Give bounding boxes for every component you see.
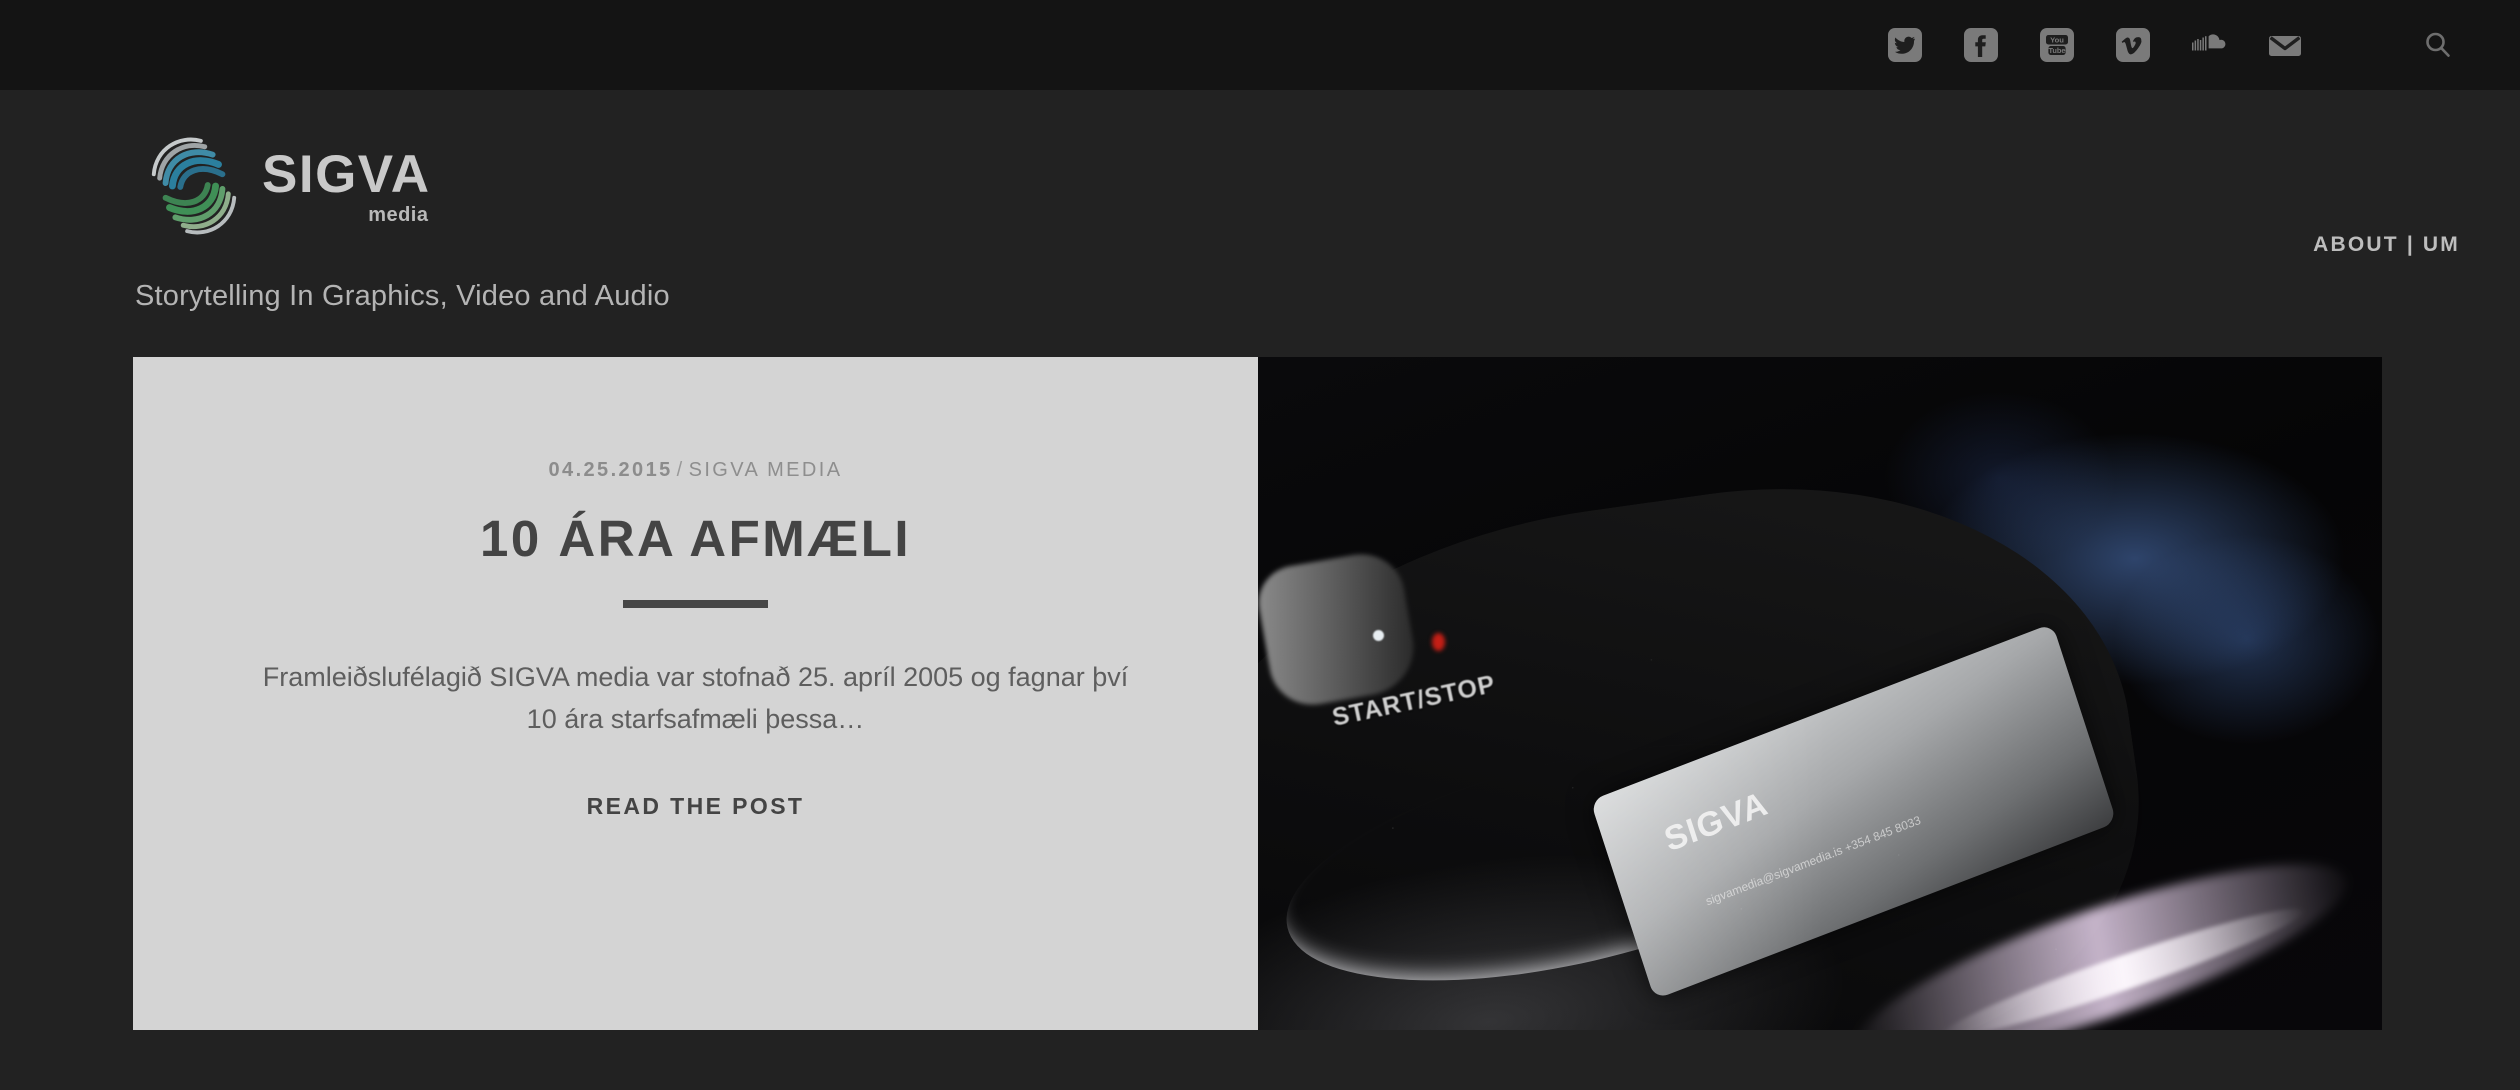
featured-post-text-panel: 04.25.2015/SIGVA MEDIA 10 ÁRA AFMÆLI Fra… bbox=[133, 357, 1258, 1030]
youtube-icon: You Tube bbox=[2039, 28, 2074, 62]
logo-name: SIGVA bbox=[262, 144, 431, 204]
post-date: 04.25.2015 bbox=[548, 459, 673, 481]
read-the-post-link[interactable]: READ THE POST bbox=[587, 793, 805, 820]
social-link-soundcloud[interactable] bbox=[2186, 23, 2231, 68]
post-excerpt: Framleiðslufélagið SIGVA media var stofn… bbox=[262, 662, 1129, 734]
social-link-twitter[interactable] bbox=[1882, 23, 1927, 68]
title-divider bbox=[623, 600, 768, 609]
social-link-facebook[interactable] bbox=[1958, 23, 2003, 68]
site-header: SIGVA media ABOUT | UM bbox=[0, 90, 2520, 280]
social-link-email[interactable] bbox=[2262, 23, 2307, 68]
site-logo[interactable]: SIGVA media bbox=[140, 135, 431, 237]
social-link-vimeo[interactable] bbox=[2110, 23, 2155, 68]
site-tagline: Storytelling In Graphics, Video and Audi… bbox=[135, 280, 670, 312]
featured-post-card: 04.25.2015/SIGVA MEDIA 10 ÁRA AFMÆLI Fra… bbox=[133, 357, 2382, 1030]
sigva-swirl-logo-icon bbox=[151, 137, 237, 235]
social-bar: You Tube bbox=[0, 0, 2520, 90]
main-navigation: ABOUT | UM bbox=[2313, 233, 2460, 257]
social-link-youtube[interactable]: You Tube bbox=[2034, 23, 2079, 68]
logo-subname: media bbox=[368, 203, 429, 226]
email-icon bbox=[2268, 36, 2301, 56]
vimeo-icon bbox=[2115, 28, 2150, 62]
social-search-spacer bbox=[2338, 45, 2376, 46]
post-category[interactable]: SIGVA MEDIA bbox=[689, 459, 843, 481]
featured-post-image[interactable]: START/STOP SIGVA sigvamedia@sigvamedia.i… bbox=[1258, 357, 2382, 1030]
logo-wordmark: SIGVA media bbox=[262, 148, 431, 225]
social-icon-list: You Tube bbox=[1882, 23, 2460, 68]
nav-item-about[interactable]: ABOUT | UM bbox=[2313, 233, 2460, 256]
post-title[interactable]: 10 ÁRA AFMÆLI bbox=[480, 510, 911, 567]
post-meta-separator: / bbox=[676, 459, 685, 481]
svg-text:You: You bbox=[2050, 36, 2064, 45]
search-icon bbox=[2425, 32, 2450, 57]
facebook-icon bbox=[1963, 28, 1998, 62]
photo-grain-overlay bbox=[1258, 357, 2382, 1030]
post-meta: 04.25.2015/SIGVA MEDIA bbox=[549, 459, 843, 482]
search-button[interactable] bbox=[2415, 23, 2460, 68]
twitter-icon bbox=[1887, 28, 1922, 62]
svg-text:Tube: Tube bbox=[2048, 46, 2065, 55]
soundcloud-icon bbox=[2191, 34, 2225, 51]
